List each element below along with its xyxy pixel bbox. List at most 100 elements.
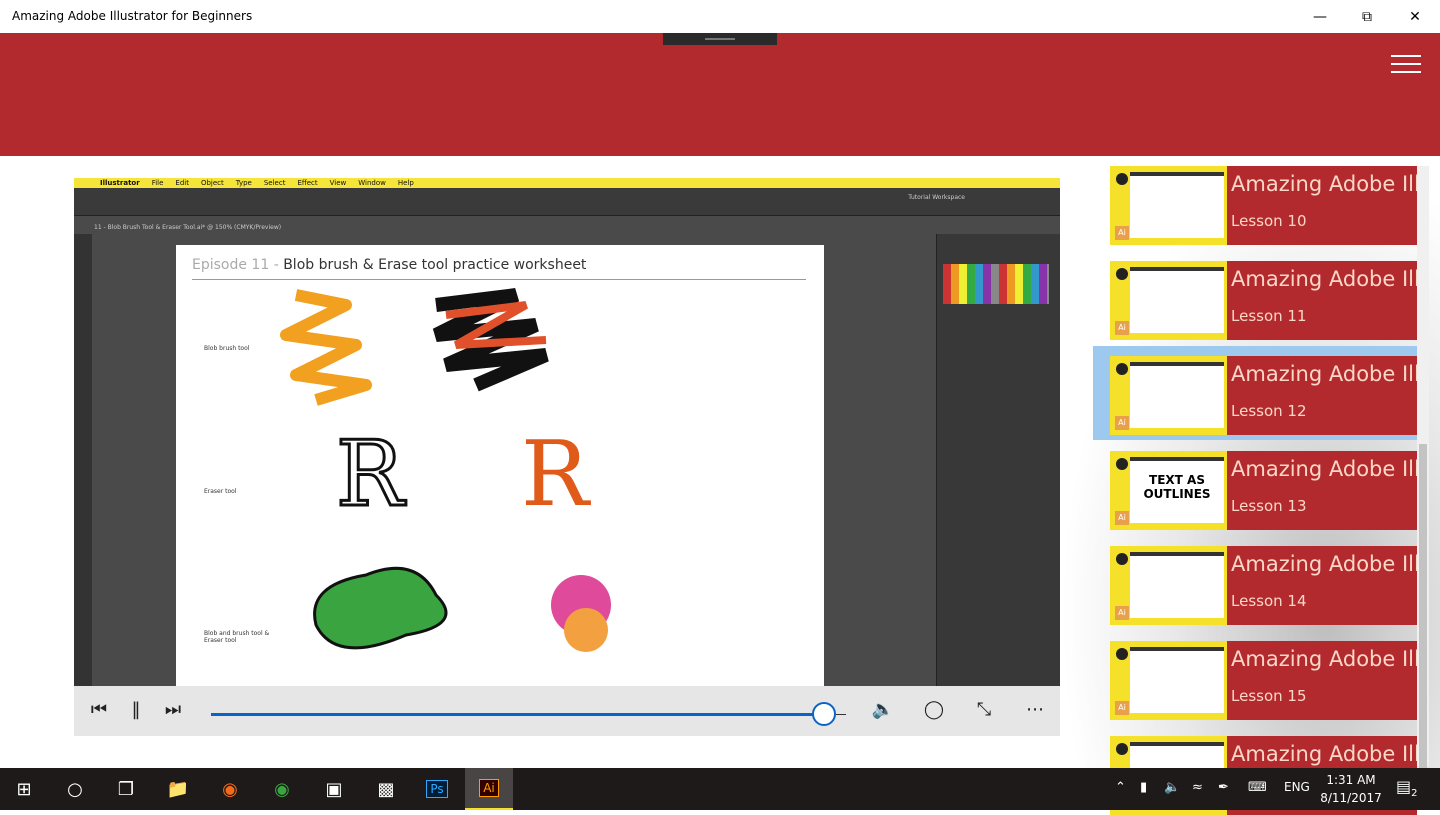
lesson-number: Lesson 12 <box>1231 402 1307 420</box>
lesson-thumbnail: Ai <box>1110 356 1227 435</box>
task-view-icon[interactable]: ❐ <box>102 768 150 810</box>
ai-badge: Ai <box>1115 416 1129 430</box>
firefox-icon[interactable]: ◉ <box>206 768 254 810</box>
logo-icon <box>1116 648 1128 660</box>
illustrator-menubar: Illustrator File Edit Object Type Select… <box>74 178 1060 188</box>
photoshop-icon[interactable]: Ps <box>426 780 448 798</box>
lesson-thumbnail: Ai <box>1110 261 1227 340</box>
windows-start-icon[interactable]: ⊞ <box>0 768 48 810</box>
window-title: Amazing Adobe Illustrator for Beginners <box>12 9 253 23</box>
cast-icon[interactable]: ◯ <box>922 699 946 720</box>
worksheet-title: Episode 11 - Blob brush & Erase tool pra… <box>192 257 586 273</box>
notifications-icon[interactable]: ▤2 <box>1396 777 1418 799</box>
svg-text:R: R <box>521 422 591 527</box>
lesson-title: Amazing Adobe Illustrator for Beginners <box>1231 552 1417 576</box>
ai-badge: Ai <box>1115 701 1129 715</box>
thumbnail-image <box>1130 362 1224 428</box>
seek-bar[interactable] <box>211 713 823 716</box>
worksheet: Episode 11 - Blob brush & Erase tool pra… <box>176 245 824 695</box>
ai-badge: Ai <box>1115 321 1129 335</box>
lesson-number: Lesson 13 <box>1231 497 1307 515</box>
terminal-icon[interactable]: ▣ <box>310 768 358 810</box>
fullscreen-icon[interactable]: ⤡ <box>972 699 996 720</box>
row-label: Eraser tool <box>204 488 237 495</box>
row-label: Blob and brush tool & Eraser tool <box>204 630 270 644</box>
video-player[interactable]: Illustrator File Edit Object Type Select… <box>74 178 1060 736</box>
battery-icon[interactable]: ▮ <box>1140 780 1147 795</box>
volume-tray-icon[interactable]: 🔈 <box>1164 780 1180 795</box>
episode-label: Episode 11 - <box>192 257 279 273</box>
logo-icon <box>1116 173 1128 185</box>
swatches <box>943 264 1049 304</box>
logo-icon <box>1116 363 1128 375</box>
lesson-thumbnail: TEXT AS OUTLINES Ai <box>1110 451 1227 530</box>
lesson-title: Amazing Adobe Illustrator for Beginners <box>1231 362 1417 386</box>
lesson-number: Lesson 11 <box>1231 307 1307 325</box>
lesson-thumbnail: Ai <box>1110 166 1227 245</box>
restore-icon[interactable]: ⧉ <box>1344 0 1390 33</box>
menu-item: Type <box>235 179 252 187</box>
thumbnail-image <box>1130 172 1224 238</box>
taskbar: ⊞ ○ ❐ 📁 ◉ ◉ ▣ ▩ Ps Ai ⌃ ▮ 🔈 ≈ ✒ ⌨ ENG 1:… <box>0 768 1440 810</box>
volume-icon[interactable]: 🔈 <box>871 699 895 720</box>
menu-item: Illustrator <box>100 179 140 187</box>
minimize-icon[interactable]: — <box>1297 0 1343 33</box>
player-controls: ⏮ ‖ ⏭ 🔈 ◯ ⤡ ⋯ <box>74 686 1060 736</box>
workspace-label: Tutorial Workspace <box>908 194 965 201</box>
tools-panel <box>74 234 92 694</box>
thumbnail-image: TEXT AS OUTLINES <box>1130 457 1224 523</box>
menu-item: File <box>151 179 164 187</box>
close-icon[interactable]: ✕ <box>1392 0 1438 33</box>
menu-item: Object <box>200 179 224 187</box>
previous-icon[interactable]: ⏮ <box>87 699 111 720</box>
lesson-item[interactable]: Ai Amazing Adobe Illustrator for Beginner… <box>1110 356 1417 435</box>
notification-count: 2 <box>1411 788 1418 800</box>
app-store-icon[interactable]: ▩ <box>362 768 410 810</box>
drag-handle[interactable] <box>663 33 777 45</box>
search-icon[interactable]: ○ <box>51 768 99 810</box>
logo-icon <box>1116 743 1128 755</box>
scrollbar[interactable] <box>1417 166 1429 784</box>
lesson-title: Amazing Adobe Illustrator for Beginners <box>1231 267 1417 291</box>
ai-badge: Ai <box>1115 511 1129 525</box>
lesson-item[interactable]: Ai Amazing Adobe Illustrator for Beginner… <box>1110 546 1417 625</box>
chrome-icon[interactable]: ◉ <box>258 768 306 810</box>
pause-icon[interactable]: ‖ <box>124 699 148 720</box>
logo-icon <box>1116 458 1128 470</box>
show-hidden-icons[interactable]: ⌃ <box>1115 780 1126 795</box>
clock[interactable]: 1:31 AM 8/11/2017 <box>1318 771 1384 807</box>
lesson-item[interactable]: Ai Amazing Adobe Illustrator for Beginner… <box>1110 641 1417 720</box>
menu-item: Help <box>397 179 414 187</box>
lesson-thumbnail: Ai <box>1110 546 1227 625</box>
more-icon[interactable]: ⋯ <box>1023 699 1047 720</box>
hamburger-icon[interactable] <box>1391 55 1421 73</box>
scrollbar-thumb[interactable] <box>1419 444 1427 784</box>
language-indicator[interactable]: ENG <box>1284 780 1310 794</box>
illustrator-icon[interactable]: Ai <box>479 779 499 797</box>
lesson-thumbnail: Ai <box>1110 641 1227 720</box>
lesson-number: Lesson 15 <box>1231 687 1307 705</box>
date: 8/11/2017 <box>1320 791 1382 805</box>
logo-icon <box>1116 268 1128 280</box>
document-tab: 11 - Blob Brush Tool & Eraser Tool.ai* @… <box>94 224 282 231</box>
pen-icon[interactable]: ✒ <box>1218 780 1229 795</box>
thumbnail-text: TEXT AS OUTLINES <box>1143 473 1211 501</box>
ai-badge: Ai <box>1115 606 1129 620</box>
ai-badge: Ai <box>1115 226 1129 240</box>
thumbnail-image <box>1130 267 1224 333</box>
seek-thumb[interactable] <box>812 702 836 726</box>
divider <box>192 279 806 280</box>
lesson-item[interactable]: Ai Amazing Adobe Illustrator for Beginner… <box>1110 261 1417 340</box>
keyboard-icon[interactable]: ⌨ <box>1248 780 1267 795</box>
next-icon[interactable]: ⏭ <box>161 699 185 720</box>
svg-text:R: R <box>336 422 406 527</box>
file-explorer-icon[interactable]: 📁 <box>154 768 202 810</box>
time: 1:31 AM <box>1326 773 1376 787</box>
lesson-title: Amazing Adobe Illustrator for Beginners <box>1231 172 1417 196</box>
artwork: R R <box>280 288 611 652</box>
row-label: Blob brush tool <box>204 345 250 352</box>
thumbnail-image <box>1130 647 1224 713</box>
lesson-item[interactable]: Ai Amazing Adobe Illustrator for Beginner… <box>1110 166 1417 245</box>
wifi-icon[interactable]: ≈ <box>1192 780 1203 795</box>
lesson-item[interactable]: TEXT AS OUTLINES Ai Amazing Adobe Illustra… <box>1110 451 1417 530</box>
